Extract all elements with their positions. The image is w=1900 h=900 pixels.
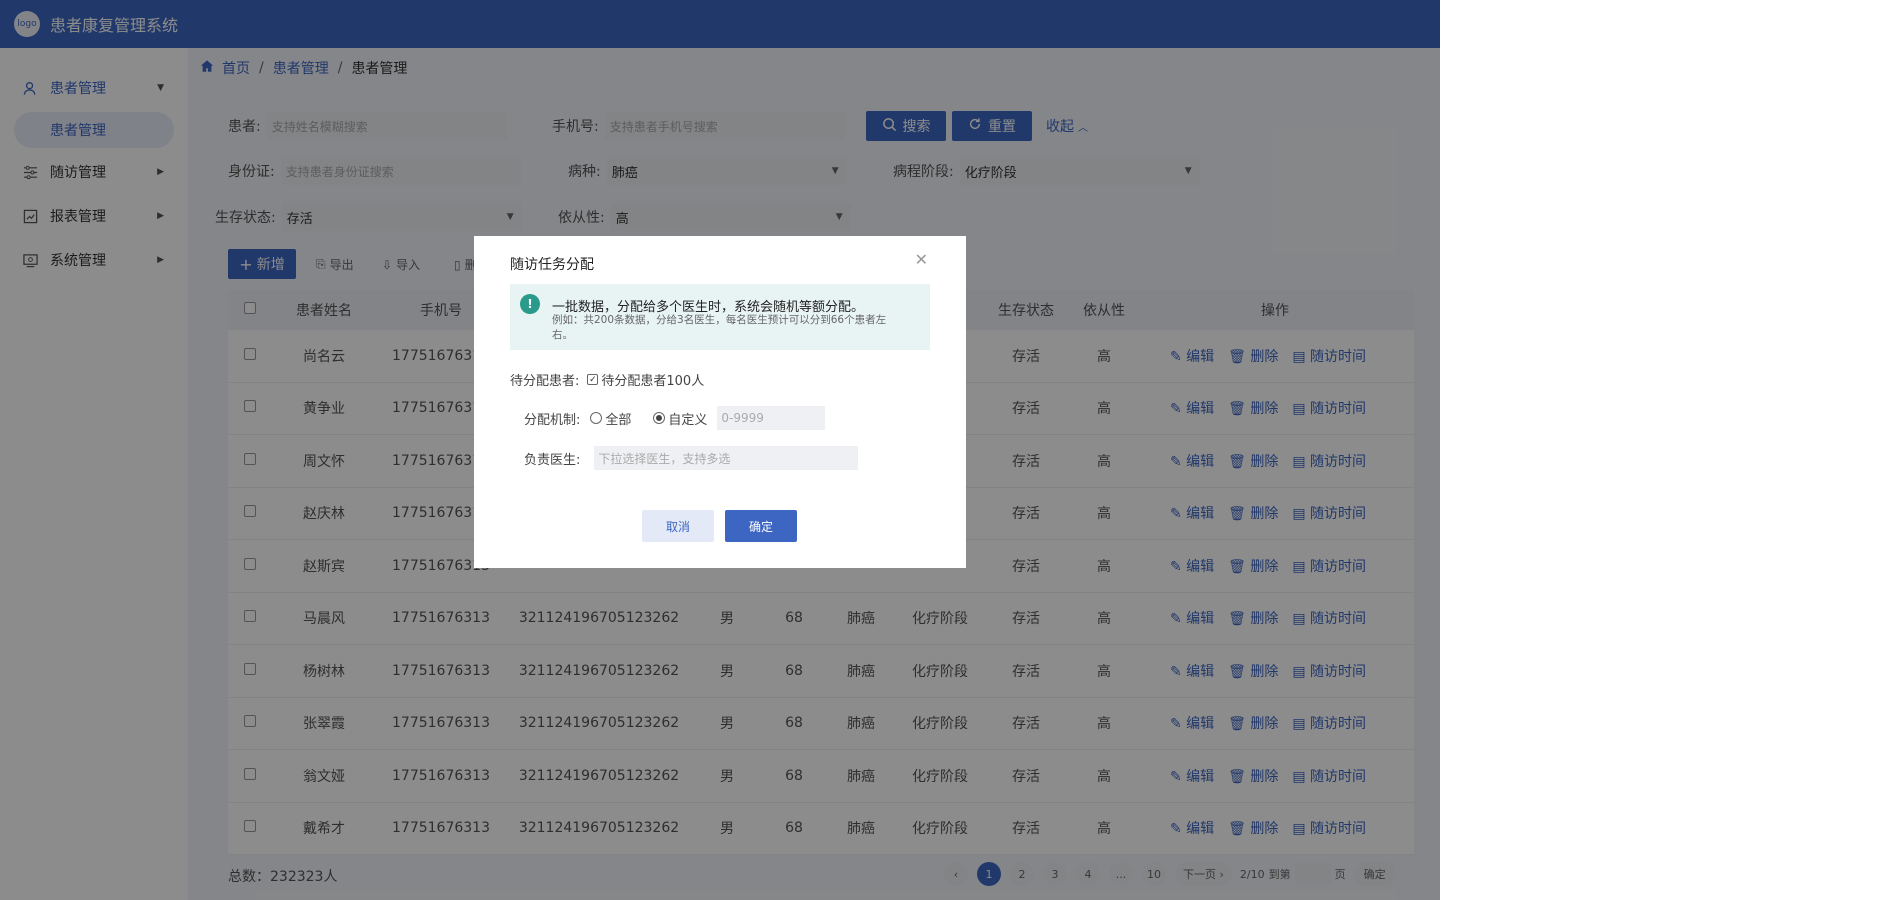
dialog-title: 随访任务分配 [510,257,594,273]
close-icon[interactable]: ✕ [915,250,928,269]
doctor-label: 负责医生: [524,452,581,468]
custom-count-input[interactable]: 0-9999 [717,406,826,430]
pending-label: 待分配患者: [510,374,580,389]
radio-custom-label: 自定义 [668,412,708,428]
followup-assign-dialog: 随访任务分配 ✕ ! 一批数据，分配给多个医生时，系统会随机等额分配。 例如：共… [474,236,966,568]
doctor-row: 负责医生: 下拉选择医生，支持多选 [524,446,859,470]
confirm-button[interactable]: 确定 [725,510,797,542]
mechanism-label: 分配机制: [524,412,581,428]
pending-value: 待分配患者100人 [601,374,705,389]
pending-checkbox[interactable]: ✓ [587,374,599,385]
radio-all-label: 全部 [605,412,632,428]
doctor-select[interactable]: 下拉选择医生，支持多选 [594,446,859,470]
app-root: logo 患者康复管理系统 患者管理 ▼ 患者管理 随访管理 ▶ 报表管理 ▶ [0,0,1440,900]
alert-description: 例如：共200条数据，分给3名医生，每名医生预计可以分到66个患者左右。 [552,314,887,341]
mechanism-row: 分配机制: 全部 自定义 0-9999 [524,406,826,430]
pending-row: 待分配患者: ✓ 待分配患者100人 [510,370,704,389]
radio-all[interactable] [590,412,603,424]
radio-custom[interactable] [653,412,666,424]
info-alert: ! 一批数据，分配给多个医生时，系统会随机等额分配。 例如：共200条数据，分给… [510,284,930,350]
cancel-button[interactable]: 取消 [642,510,714,542]
exclamation-icon: ! [520,294,540,314]
